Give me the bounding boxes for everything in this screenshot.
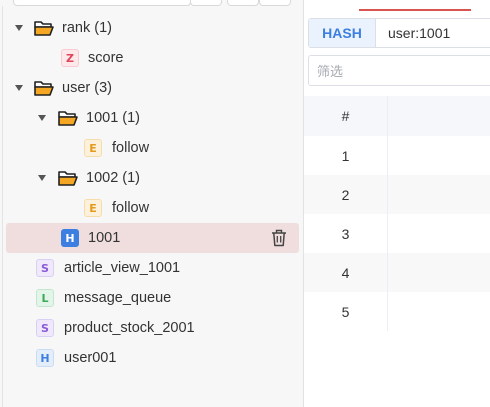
- toolbar-button[interactable]: [259, 0, 291, 6]
- chevron-down-icon[interactable]: [37, 173, 47, 183]
- key-type-button[interactable]: HASH: [309, 19, 376, 47]
- tree-group-1001[interactable]: 1001 (1): [6, 103, 299, 133]
- tree-key-label: message_queue: [64, 290, 172, 306]
- tree-key-1001[interactable]: H 1001: [6, 223, 299, 253]
- key-name-field[interactable]: user:1001: [376, 19, 450, 47]
- row-value[interactable]: [388, 136, 490, 175]
- search-box-edge[interactable]: [13, 0, 191, 6]
- tree-group-rank[interactable]: rank (1): [6, 13, 299, 43]
- hash-table: # 1 2 3 4 5: [304, 96, 490, 331]
- row-index: 4: [304, 253, 388, 292]
- row-value[interactable]: [388, 292, 490, 331]
- row-index: 3: [304, 214, 388, 253]
- string-type-icon: S: [36, 259, 54, 277]
- resize-edge: [0, 6, 3, 407]
- tree-key-label: 1001: [88, 230, 121, 246]
- table-header: #: [304, 96, 490, 136]
- toolbar-button[interactable]: [190, 0, 222, 6]
- tree-key-label: product_stock_2001: [64, 320, 195, 336]
- value-column-header: [388, 96, 490, 136]
- key-header: HASH user:1001: [308, 18, 490, 48]
- hash-type-icon: H: [36, 349, 54, 367]
- tree-key-article-view[interactable]: S article_view_1001: [6, 253, 299, 283]
- folder-open-icon: [34, 21, 54, 36]
- hash-type-icon: H: [61, 229, 79, 247]
- trash-icon[interactable]: [271, 229, 287, 247]
- set-type-icon: E: [84, 139, 102, 157]
- tree-key-follow[interactable]: E follow: [6, 193, 299, 223]
- tree-key-label: article_view_1001: [64, 260, 181, 276]
- active-tab-indicator: [359, 9, 471, 11]
- tree-group-label: 1001 (1): [86, 110, 141, 126]
- row-index: 5: [304, 292, 388, 331]
- string-type-icon: S: [36, 319, 54, 337]
- key-tree-panel: rank (1) Z score user (3) 1001 (1) E fol…: [0, 0, 304, 407]
- folder-open-icon: [58, 111, 78, 126]
- tree-key-message-queue[interactable]: L message_queue: [6, 283, 299, 313]
- folder-open-icon: [34, 81, 54, 96]
- zset-type-icon: Z: [61, 49, 79, 67]
- chevron-down-icon[interactable]: [14, 83, 24, 93]
- tree-key-label: score: [88, 50, 124, 66]
- tree-key-label: follow: [112, 140, 150, 156]
- tree-group-user[interactable]: user (3): [6, 73, 299, 103]
- toolbar-button[interactable]: [227, 0, 259, 6]
- table-row[interactable]: 3: [304, 214, 490, 253]
- row-value[interactable]: [388, 253, 490, 292]
- tree-group-label: 1002 (1): [86, 170, 141, 186]
- tree-group-label: user (3): [62, 80, 112, 96]
- index-column-header: #: [304, 96, 388, 136]
- toolbar-strip: [0, 0, 304, 7]
- tree-key-follow[interactable]: E follow: [6, 133, 299, 163]
- row-value[interactable]: [388, 214, 490, 253]
- tree-key-score[interactable]: Z score: [6, 43, 299, 73]
- set-type-icon: E: [84, 199, 102, 217]
- table-row[interactable]: 4: [304, 253, 490, 292]
- row-value[interactable]: [388, 175, 490, 214]
- folder-open-icon: [58, 171, 78, 186]
- key-detail-panel: HASH user:1001 筛选 # 1 2 3 4 5: [304, 0, 490, 407]
- tree-key-user001[interactable]: H user001: [6, 343, 299, 373]
- tree-group-1002[interactable]: 1002 (1): [6, 163, 299, 193]
- row-index: 2: [304, 175, 388, 214]
- list-type-icon: L: [36, 289, 54, 307]
- tree-key-product-stock[interactable]: S product_stock_2001: [6, 313, 299, 343]
- table-row[interactable]: 2: [304, 175, 490, 214]
- table-row[interactable]: 1: [304, 136, 490, 175]
- tree-group-label: rank (1): [62, 20, 112, 36]
- row-index: 1: [304, 136, 388, 175]
- table-row[interactable]: 5: [304, 292, 490, 331]
- chevron-down-icon[interactable]: [14, 23, 24, 33]
- tree-key-label: user001: [64, 350, 117, 366]
- filter-input[interactable]: 筛选: [308, 55, 490, 86]
- tree-key-label: follow: [112, 200, 150, 216]
- chevron-down-icon[interactable]: [37, 113, 47, 123]
